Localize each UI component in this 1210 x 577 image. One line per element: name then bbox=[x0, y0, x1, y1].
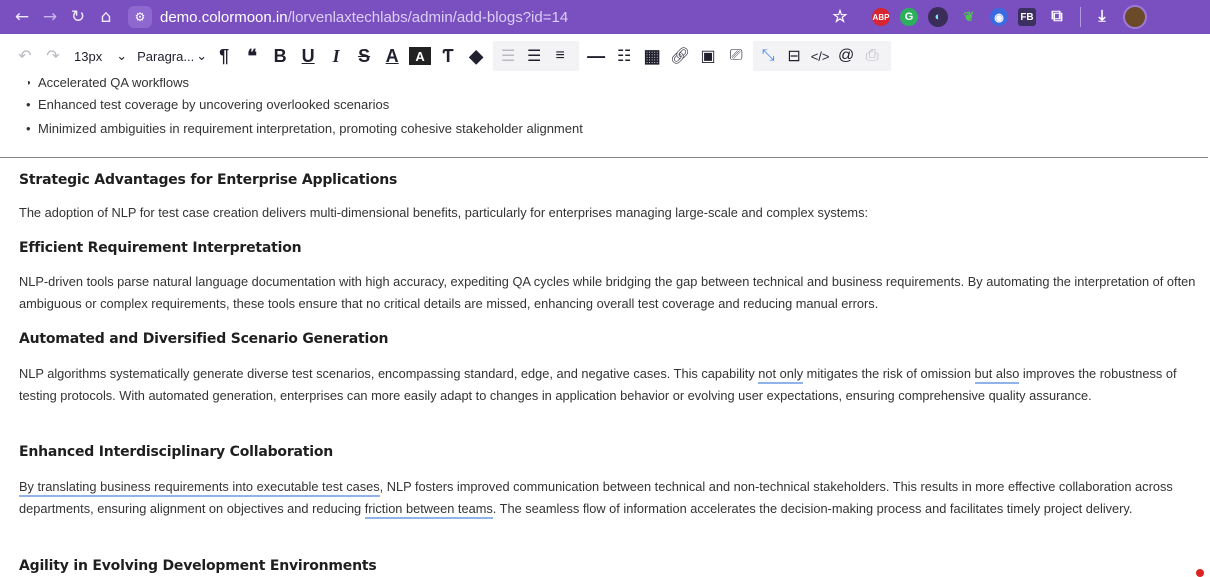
paragraph-text: mitigates the risk of omission bbox=[803, 366, 975, 381]
forward-icon[interactable]: → bbox=[36, 3, 64, 31]
undo-icon[interactable]: ↶ bbox=[14, 42, 36, 70]
home-icon[interactable]: ⌂ bbox=[92, 3, 120, 31]
section-heading: Efficient Requirement Interpretation bbox=[19, 240, 302, 256]
outdent-icon[interactable]: ☰ bbox=[497, 42, 519, 70]
grammar-suggestion[interactable]: friction between teams bbox=[364, 501, 493, 519]
save-icon[interactable]: ⎙ bbox=[861, 42, 883, 70]
indent-group: ☰ ☰ ≡ bbox=[493, 41, 580, 71]
url-path: /lorvenlaxtechlabs/admin/add-blogs?id=14 bbox=[287, 8, 569, 26]
dark-extension-icon[interactable]: ◐ bbox=[928, 7, 948, 27]
font-size-select[interactable]: 13px ⌄ bbox=[74, 42, 127, 70]
link-icon[interactable]: 🔗︎ bbox=[669, 42, 691, 70]
collapse-icon[interactable]: ⤡ bbox=[757, 42, 779, 70]
clear-format-icon[interactable]: Ƭ bbox=[437, 42, 459, 70]
grammar-suggestion[interactable]: but also bbox=[974, 366, 1020, 384]
editor-content[interactable]: Accelerated QA workflows Enhanced test c… bbox=[0, 78, 1210, 577]
section-strategic-body: The adoption of NLP for test case creati… bbox=[19, 202, 1199, 224]
section-heading: Agility in Evolving Development Environm… bbox=[19, 558, 377, 574]
toolbar-separator bbox=[1080, 7, 1081, 27]
chevron-down-icon: ⌄ bbox=[116, 48, 128, 63]
browser-bar: ← → ↻ ⌂ ⚙ demo.colormoon.in/lorvenlaxtec… bbox=[0, 0, 1210, 34]
bold-icon[interactable]: B bbox=[269, 42, 291, 70]
grammar-suggestion[interactable]: not only bbox=[758, 366, 804, 384]
section-collaboration-body: By translating business requirements int… bbox=[19, 476, 1199, 520]
section-automated: Automated and Diversified Scenario Gener… bbox=[19, 331, 1199, 347]
list-item: Minimized ambiguities in requirement int… bbox=[26, 120, 583, 144]
reload-icon[interactable]: ↻ bbox=[64, 3, 92, 31]
section-paragraph: NLP algorithms systematically generate d… bbox=[19, 363, 1199, 407]
image-icon[interactable]: ▣ bbox=[697, 42, 719, 70]
redo-icon[interactable]: ↷ bbox=[42, 42, 64, 70]
section-agility: Agility in Evolving Development Environm… bbox=[19, 558, 1199, 574]
paragraph-format-value: Paragra... bbox=[137, 48, 195, 64]
address-bar[interactable]: ⚙ demo.colormoon.in/lorvenlaxtechlabs/ad… bbox=[128, 3, 818, 31]
pilcrow-icon[interactable]: ¶ bbox=[213, 42, 235, 70]
section-strategic: Strategic Advantages for Enterprise Appl… bbox=[19, 172, 1199, 188]
section-paragraph: NLP-driven tools parse natural language … bbox=[19, 274, 1196, 311]
text-color-icon[interactable]: A bbox=[381, 42, 403, 70]
section-paragraph: The adoption of NLP for test case creati… bbox=[19, 205, 869, 220]
fb-extension-icon[interactable]: FB bbox=[1018, 8, 1036, 26]
video-icon[interactable]: ⎚ bbox=[725, 42, 747, 70]
site-settings-icon[interactable]: ⚙ bbox=[128, 6, 152, 28]
template-icon[interactable]: ⊟ bbox=[783, 42, 805, 70]
grammarly-extension-icon[interactable]: G bbox=[900, 8, 918, 26]
section-efficient-body: NLP-driven tools parse natural language … bbox=[19, 271, 1199, 315]
grammar-suggestion[interactable]: By translating business requirements int… bbox=[19, 479, 380, 497]
horizontal-rule bbox=[0, 157, 1208, 158]
puzzle-icon[interactable]: ⧉ bbox=[1046, 6, 1068, 28]
indent-icon[interactable]: ☰ bbox=[523, 42, 545, 70]
align-icon[interactable]: ≡ bbox=[549, 42, 571, 70]
chevron-down-icon: ⌄ bbox=[196, 48, 208, 63]
blue-extension-icon[interactable]: ◉ bbox=[990, 8, 1008, 26]
abp-extension-icon[interactable]: ABP bbox=[872, 8, 890, 26]
section-heading: Strategic Advantages for Enterprise Appl… bbox=[19, 172, 398, 188]
paragraph-format-select[interactable]: Paragra... ⌄ bbox=[137, 42, 207, 70]
paragraph-text: . The seamless flow of information accel… bbox=[492, 501, 1133, 516]
notification-dot bbox=[1196, 569, 1204, 577]
star-icon[interactable]: ☆ bbox=[830, 6, 850, 28]
download-icon[interactable]: ⤓ bbox=[1091, 6, 1113, 28]
mention-icon[interactable]: @ bbox=[835, 42, 857, 70]
underline-icon[interactable]: U bbox=[297, 42, 319, 70]
font-size-value: 13px bbox=[74, 48, 103, 64]
code-view-icon[interactable]: </> bbox=[809, 42, 831, 70]
url-host: demo.colormoon.in bbox=[160, 8, 288, 26]
avatar[interactable] bbox=[1123, 5, 1147, 29]
horizontal-line-icon[interactable]: — bbox=[585, 42, 607, 70]
section-automated-body: NLP algorithms systematically generate d… bbox=[19, 363, 1199, 407]
extensions-area: ☆ ABP G ◐ ❦ ◉ FB ⧉ ⤓ bbox=[830, 0, 1147, 34]
view-group: ⤡ ⊟ </> @ ⎙ bbox=[753, 41, 892, 71]
list-item: Enhanced test coverage by uncovering ove… bbox=[26, 96, 583, 120]
quote-icon[interactable]: ❝ bbox=[241, 42, 263, 70]
editor-toolbar: ↶ ↷ 13px ⌄ Paragra... ⌄ ¶ ❝ B U I S A A … bbox=[0, 34, 1210, 78]
table-icon[interactable]: ▦ bbox=[641, 42, 663, 70]
section-heading: Enhanced Interdisciplinary Collaboration bbox=[19, 444, 334, 460]
benefits-list: Accelerated QA workflows Enhanced test c… bbox=[26, 78, 583, 144]
back-icon[interactable]: ← bbox=[8, 3, 36, 31]
italic-icon[interactable]: I bbox=[325, 42, 347, 70]
section-collaboration: Enhanced Interdisciplinary Collaboration bbox=[19, 444, 1199, 460]
paragraph-text: NLP algorithms systematically generate d… bbox=[19, 366, 759, 381]
strikethrough-icon[interactable]: S bbox=[353, 42, 375, 70]
section-paragraph: By translating business requirements int… bbox=[19, 476, 1199, 520]
green-extension-icon[interactable]: ❦ bbox=[958, 6, 980, 28]
background-color-icon[interactable]: A bbox=[409, 47, 432, 65]
eraser-icon[interactable]: ◆ bbox=[465, 42, 487, 70]
section-efficient: Efficient Requirement Interpretation bbox=[19, 240, 1199, 256]
list-item: Accelerated QA workflows bbox=[28, 78, 583, 96]
ordered-list-icon[interactable]: ☷ bbox=[613, 42, 635, 70]
section-heading: Automated and Diversified Scenario Gener… bbox=[19, 331, 389, 347]
